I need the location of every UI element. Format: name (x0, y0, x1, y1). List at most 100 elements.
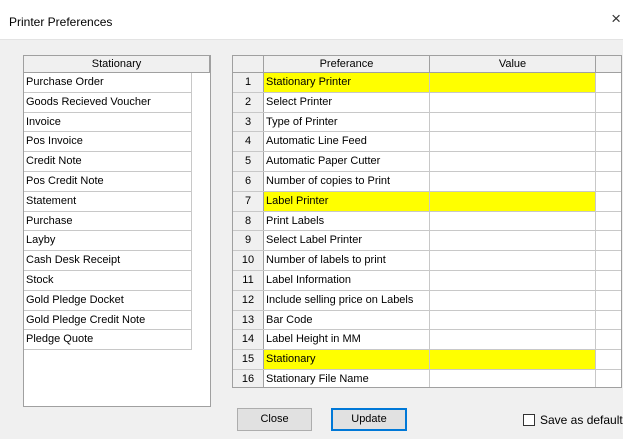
row-filler (596, 311, 621, 330)
preference-row[interactable]: 8 Print Labels (233, 211, 621, 232)
preference-row[interactable]: 6 Number of copies to Print (233, 171, 621, 192)
stationary-item[interactable]: Gold Pledge Credit Note (24, 310, 192, 331)
stationary-item[interactable]: Statement (24, 191, 192, 212)
preference-label[interactable]: Stationary File Name (264, 369, 430, 387)
preference-label[interactable]: Stationary Printer (264, 73, 430, 92)
preference-value[interactable] (430, 191, 596, 211)
update-button[interactable]: Update (331, 408, 407, 431)
row-number: 13 (233, 310, 264, 330)
stationary-item[interactable]: Pos Invoice (24, 132, 192, 153)
save-default-checkbox[interactable] (523, 414, 535, 426)
preference-row[interactable]: 2 Select Printer (233, 92, 621, 113)
preference-value[interactable] (430, 270, 596, 290)
preference-row[interactable]: 15 Stationary (233, 350, 621, 370)
preference-value[interactable] (430, 251, 596, 270)
row-number: 5 (233, 152, 264, 171)
preference-value[interactable] (430, 152, 596, 171)
stationary-item[interactable]: Goods Recieved Voucher (24, 92, 192, 113)
preference-label[interactable]: Print Labels (264, 211, 430, 231)
preference-row[interactable]: 16 Stationary File Name (233, 369, 621, 387)
preference-value[interactable] (430, 132, 596, 152)
preference-label[interactable]: Automatic Line Feed (264, 132, 430, 152)
row-number: 12 (233, 290, 264, 310)
stationary-item[interactable]: Credit Note (24, 152, 192, 172)
preference-label[interactable]: Automatic Paper Cutter (264, 152, 430, 171)
stationary-item[interactable]: Cash Desk Receipt (24, 251, 192, 271)
row-filler (596, 172, 621, 191)
row-number: 10 (233, 251, 264, 270)
stationary-header: Stationary (24, 56, 210, 73)
preference-row[interactable]: 4 Automatic Line Feed (233, 132, 621, 153)
grid-header: Preferance Value (233, 56, 621, 73)
preference-value[interactable] (430, 211, 596, 231)
preference-row[interactable]: 12 Include selling price on Labels (233, 290, 621, 311)
stationary-item[interactable]: Pos Credit Note (24, 171, 192, 192)
preference-row[interactable]: 9 Select Label Printer (233, 231, 621, 252)
preference-value[interactable] (430, 310, 596, 330)
preference-label[interactable]: Stationary (264, 350, 430, 369)
stationary-item[interactable]: Invoice (24, 112, 192, 133)
preference-row[interactable]: 7 Label Printer (233, 191, 621, 212)
row-number: 6 (233, 171, 264, 191)
preference-row[interactable]: 11 Label Information (233, 270, 621, 291)
window-title: Printer Preferences (9, 15, 113, 29)
header-filler (596, 56, 621, 72)
preference-label[interactable]: Type of Printer (264, 112, 430, 132)
row-filler (596, 350, 621, 369)
row-number: 3 (233, 112, 264, 132)
preference-label[interactable]: Select Label Printer (264, 231, 430, 251)
preference-label[interactable]: Label Height in MM (264, 330, 430, 350)
stationary-item[interactable]: Purchase Order (24, 73, 192, 93)
preference-label[interactable]: Number of labels to print (264, 251, 430, 270)
preference-row[interactable]: 1 Stationary Printer (233, 73, 621, 93)
row-filler (596, 271, 621, 290)
preference-row[interactable]: 5 Automatic Paper Cutter (233, 152, 621, 172)
stationary-item[interactable]: Pledge Quote (24, 330, 192, 351)
row-filler (596, 370, 621, 387)
row-filler (596, 251, 621, 270)
preference-label[interactable]: Bar Code (264, 310, 430, 330)
preference-value[interactable] (430, 350, 596, 369)
value-column-header: Value (430, 56, 596, 72)
preference-label[interactable]: Number of copies to Print (264, 171, 430, 191)
preference-value[interactable] (430, 73, 596, 92)
preference-row[interactable]: 14 Label Height in MM (233, 330, 621, 351)
preference-row[interactable]: 3 Type of Printer (233, 112, 621, 133)
row-number-header (233, 56, 264, 72)
row-number: 1 (233, 73, 264, 92)
row-filler (596, 212, 621, 231)
close-button[interactable]: Close (237, 408, 312, 431)
stationary-item[interactable]: Purchase (24, 211, 192, 232)
row-number: 7 (233, 191, 264, 211)
row-filler (596, 192, 621, 211)
row-filler (596, 231, 621, 250)
preference-label[interactable]: Select Printer (264, 92, 430, 112)
preference-value[interactable] (430, 330, 596, 350)
preference-value[interactable] (430, 171, 596, 191)
stationary-item[interactable]: Gold Pledge Docket (24, 290, 192, 311)
preference-value[interactable] (430, 112, 596, 132)
preference-label[interactable]: Include selling price on Labels (264, 290, 430, 310)
preference-label[interactable]: Label Information (264, 270, 430, 290)
preference-label[interactable]: Label Printer (264, 191, 430, 211)
preferences-grid[interactable]: Preferance Value 1 Stationary Printer 2 Sel… (232, 55, 622, 388)
preference-value[interactable] (430, 369, 596, 387)
preference-column-header: Preferance (264, 56, 430, 72)
stationary-item[interactable]: Layby (24, 231, 192, 252)
stationary-list[interactable]: Stationary Purchase Order Goods Recieved … (23, 55, 211, 407)
save-default-label[interactable]: Save as default (540, 413, 623, 427)
row-filler (596, 93, 621, 112)
preference-row[interactable]: 13 Bar Code (233, 310, 621, 331)
row-filler (596, 291, 621, 310)
row-number: 16 (233, 369, 264, 387)
preference-value[interactable] (430, 92, 596, 112)
preference-row[interactable]: 10 Number of labels to print (233, 251, 621, 271)
close-icon[interactable]: × (611, 10, 621, 27)
row-number: 9 (233, 231, 264, 251)
row-number: 14 (233, 330, 264, 350)
stationary-item[interactable]: Stock (24, 270, 192, 291)
row-filler (596, 152, 621, 171)
preference-value[interactable] (430, 231, 596, 251)
preference-value[interactable] (430, 290, 596, 310)
row-number: 15 (233, 350, 264, 369)
